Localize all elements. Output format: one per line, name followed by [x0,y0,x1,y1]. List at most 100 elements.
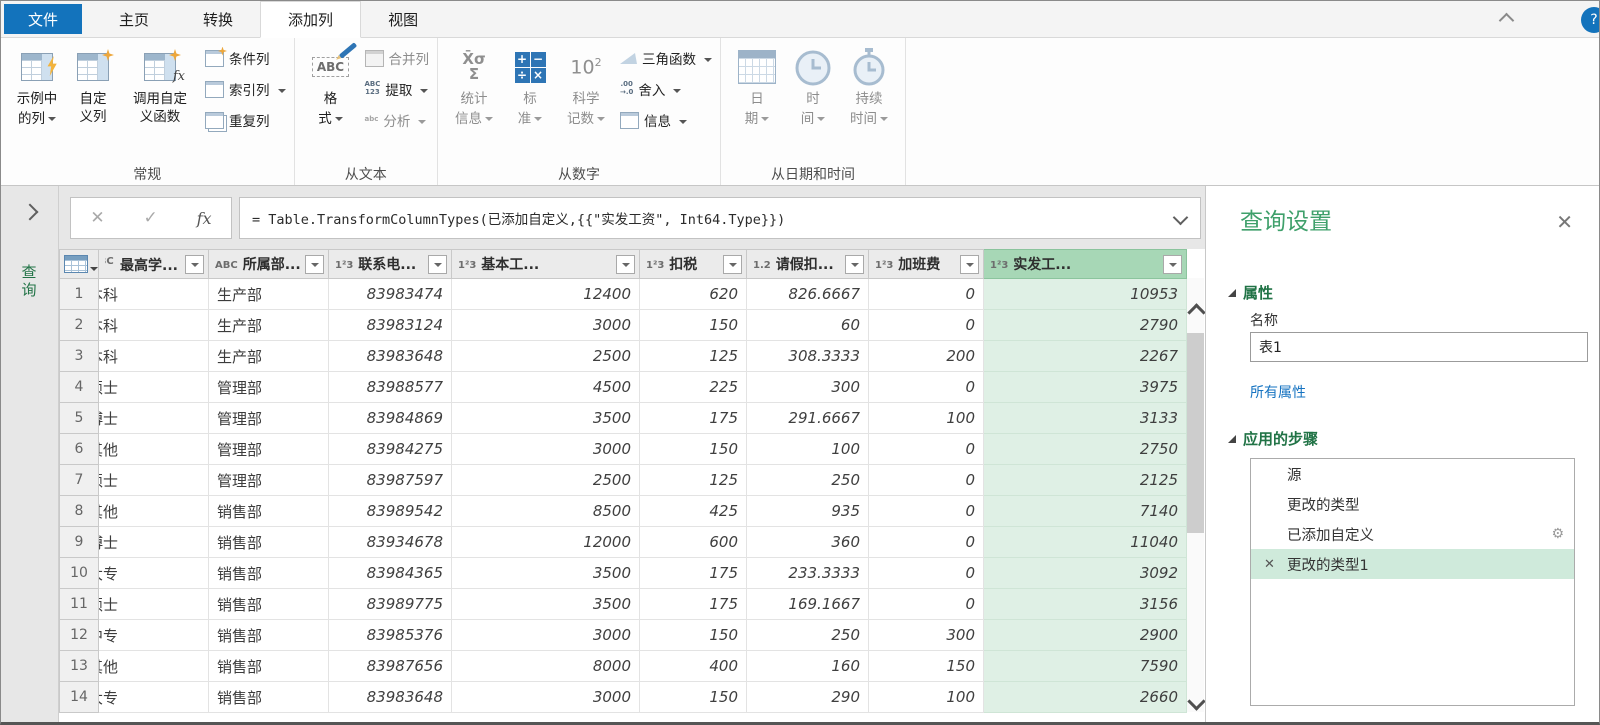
table-cell[interactable]: 管理部 [208,371,329,403]
conditional-column-button[interactable]: 条件列 [205,46,286,69]
expand-queries-pane-icon[interactable] [21,203,38,221]
table-cell[interactable]: 300 [868,619,984,651]
table-cell[interactable]: 150 [868,650,984,682]
select-all-corner[interactable] [59,249,99,279]
tab-add-column[interactable]: 添加列 [260,1,362,38]
applied-step[interactable]: 更改的类型 [1251,489,1574,519]
table-cell[interactable]: 83983648 [328,681,452,713]
table-cell[interactable]: 175 [639,402,747,434]
date-button[interactable]: 日 期 [729,39,785,128]
row-number[interactable]: 4 [59,371,99,403]
table-cell[interactable]: 销售部 [208,619,329,651]
table-cell[interactable]: 销售部 [208,526,329,558]
table-cell[interactable]: 83983474 [328,278,452,310]
filter-icon[interactable] [845,255,864,274]
table-cell[interactable]: 0 [868,371,984,403]
table-cell[interactable]: 233.3333 [746,557,869,589]
scroll-down-icon[interactable] [1187,692,1206,711]
table-cell[interactable]: 12400 [451,278,640,310]
applied-steps-section-header[interactable]: 应用的步骤 [1228,428,1318,449]
table-cell[interactable]: 7140 [983,495,1187,527]
help-button[interactable]: ? [1581,7,1599,33]
applied-step[interactable]: 源 [1251,459,1574,489]
table-cell[interactable]: 2900 [983,619,1187,651]
row-number[interactable]: 13 [59,650,99,682]
table-cell[interactable]: 0 [868,495,984,527]
table-cell[interactable]: 0 [868,588,984,620]
row-number[interactable]: 2 [59,309,99,341]
vertical-scrollbar[interactable] [1187,278,1206,712]
information-button[interactable]: 信息 [620,109,712,131]
table-cell[interactable]: 83985376 [328,619,452,651]
table-cell[interactable]: 8000 [451,650,640,682]
table-cell[interactable]: 250 [746,619,869,651]
table-cell[interactable]: 83983648 [328,340,452,372]
applied-step[interactable]: 已添加自定义 ⚙ [1251,519,1574,549]
table-cell[interactable]: 125 [639,340,747,372]
table-cell[interactable]: 0 [868,526,984,558]
close-icon[interactable]: ✕ [1556,212,1573,232]
table-cell[interactable]: 本科 [98,340,209,372]
table-cell[interactable]: 290 [746,681,869,713]
tab-home[interactable]: 主页 [92,1,176,37]
col-overtime[interactable]: 1²3 加班费 [868,249,984,279]
table-cell[interactable]: 10953 [983,278,1187,310]
table-cell[interactable]: 225 [639,371,747,403]
table-cell[interactable]: 83984869 [328,402,452,434]
table-cell[interactable]: 83984365 [328,557,452,589]
table-cell[interactable]: 60 [746,309,869,341]
tab-file[interactable]: 文件 [4,4,83,34]
table-cell[interactable]: 中专 [98,619,209,651]
table-cell[interactable]: 0 [868,278,984,310]
table-cell[interactable]: 3092 [983,557,1187,589]
table-cell[interactable]: 硕士 [98,464,209,496]
fx-icon[interactable]: fx [197,209,212,228]
table-cell[interactable]: 其他 [98,650,209,682]
table-cell[interactable]: 大专 [98,557,209,589]
table-cell[interactable]: 本科 [98,309,209,341]
table-cell[interactable]: 8500 [451,495,640,527]
table-cell[interactable]: 博士 [98,402,209,434]
duration-button[interactable]: 持续 时间 [841,39,897,128]
row-number[interactable]: 9 [59,526,99,558]
table-cell[interactable]: 本科 [98,278,209,310]
table-cell[interactable]: 935 [746,495,869,527]
table-cell[interactable]: 生产部 [208,309,329,341]
table-cell[interactable]: 300 [746,371,869,403]
filter-icon[interactable] [723,255,742,274]
table-cell[interactable]: 管理部 [208,464,329,496]
queries-pane-label[interactable]: 查询 [20,264,40,300]
query-name-input[interactable] [1250,332,1588,362]
col-education[interactable]: ABC最高学... [98,249,209,279]
row-number[interactable]: 6 [59,433,99,465]
scrollbar-thumb[interactable] [1187,333,1204,533]
duplicate-column-button[interactable]: 重复列 [205,109,286,131]
table-cell[interactable]: 83989542 [328,495,452,527]
table-cell[interactable]: 管理部 [208,402,329,434]
table-cell[interactable]: 3975 [983,371,1187,403]
table-cell[interactable]: 管理部 [208,433,329,465]
table-cell[interactable]: 83987656 [328,650,452,682]
scientific-button[interactable]: 102 科学 记数 [558,39,614,128]
table-cell[interactable]: 400 [639,650,747,682]
col-phone[interactable]: 1²3 联系电... [328,249,452,279]
row-number[interactable]: 3 [59,340,99,372]
applied-step[interactable]: ✕ 更改的类型1 [1251,549,1574,579]
table-cell[interactable]: 2500 [451,464,640,496]
table-cell[interactable]: 125 [639,464,747,496]
table-cell[interactable]: 3500 [451,402,640,434]
table-cell[interactable]: 160 [746,650,869,682]
table-cell[interactable]: 3000 [451,433,640,465]
table-cell[interactable]: 2750 [983,433,1187,465]
collapse-ribbon-button[interactable] [1498,11,1517,29]
table-cell[interactable]: 100 [868,402,984,434]
format-button[interactable]: ABC 格 式 [303,39,359,128]
table-cell[interactable]: 销售部 [208,650,329,682]
table-cell[interactable]: 100 [868,681,984,713]
table-cell[interactable]: 销售部 [208,681,329,713]
table-cell[interactable]: 0 [868,557,984,589]
table-cell[interactable]: 150 [639,433,747,465]
table-cell[interactable]: 2125 [983,464,1187,496]
table-cell[interactable]: 4500 [451,371,640,403]
table-cell[interactable]: 博士 [98,526,209,558]
